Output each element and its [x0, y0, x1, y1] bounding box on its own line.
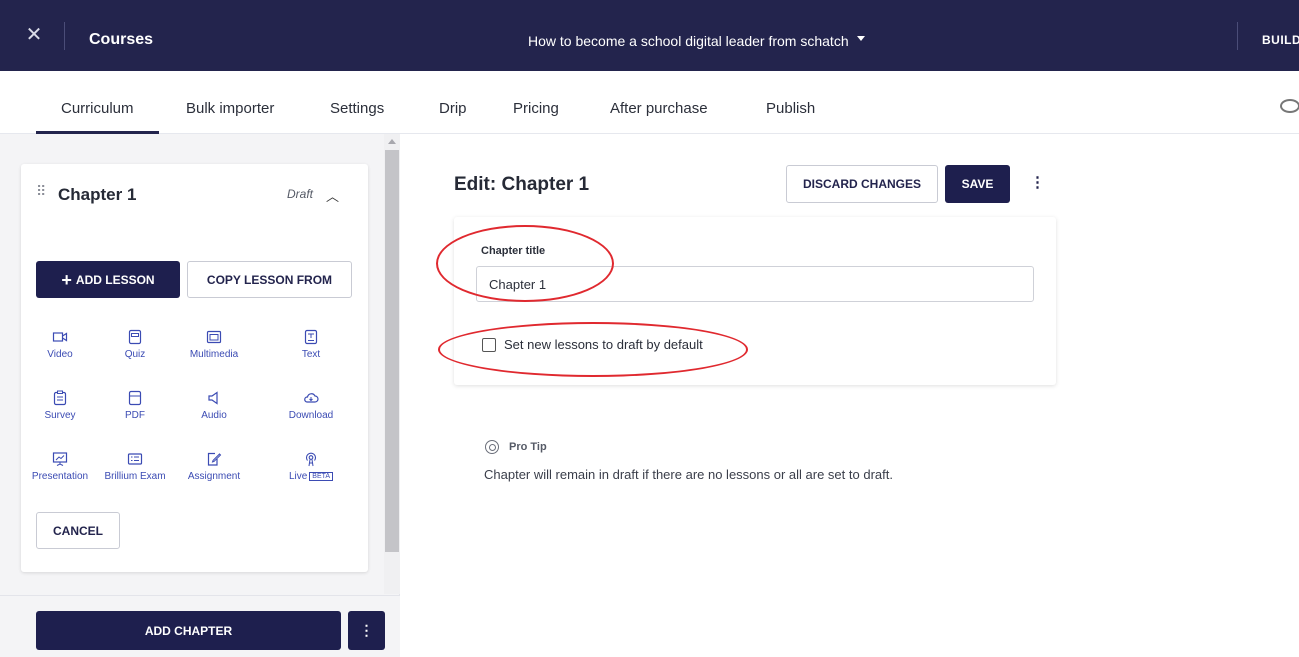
lesson-type-video[interactable]: Video — [20, 329, 100, 360]
kebab-menu-icon[interactable]: ⋮ — [1030, 173, 1045, 193]
lesson-type-label: Assignment — [187, 471, 241, 482]
lesson-type-survey[interactable]: Survey — [20, 390, 100, 421]
course-selector[interactable]: How to become a school digital leader fr… — [528, 33, 849, 49]
chapter-name[interactable]: Chapter 1 — [58, 185, 136, 205]
divider — [1237, 22, 1238, 50]
annotation-circle-title — [436, 225, 614, 302]
pdf-icon — [127, 390, 143, 406]
lesson-type-quiz[interactable]: Quiz — [95, 329, 175, 360]
add-lesson-label: ADD LESSON — [75, 272, 155, 287]
lesson-type-label: Presentation — [31, 471, 89, 482]
quiz-icon — [127, 329, 143, 345]
lesson-type-audio[interactable]: Audio — [174, 390, 254, 421]
plus-icon: + — [61, 269, 72, 290]
page-title: Edit: Chapter 1 — [454, 174, 590, 195]
lesson-type-pdf[interactable]: PDF — [95, 390, 175, 421]
lesson-type-presentation[interactable]: Presentation — [20, 451, 100, 482]
lesson-type-multimedia[interactable]: Multimedia — [174, 329, 254, 360]
tab-drip[interactable]: Drip — [439, 100, 467, 117]
tab-bar: Curriculum Bulk importer Settings Drip P… — [0, 71, 1299, 134]
assignment-icon — [206, 451, 222, 467]
presentation-icon — [52, 451, 68, 467]
close-icon[interactable]: ✕ — [24, 25, 44, 45]
tab-after-purchase[interactable]: After purchase — [610, 100, 708, 117]
top-bar: ✕ Courses How to become a school digital… — [0, 0, 1299, 71]
copy-lesson-button[interactable]: COPY LESSON FROM — [187, 261, 352, 298]
lesson-type-label: Multimedia — [189, 349, 239, 360]
survey-icon — [52, 390, 68, 406]
add-chapter-button[interactable]: ADD CHAPTER — [36, 611, 341, 650]
lesson-type-label: Text — [301, 349, 321, 360]
tab-pricing[interactable]: Pricing — [513, 100, 559, 117]
drag-handle-icon[interactable]: ⠿ — [36, 183, 46, 200]
eye-icon[interactable] — [1280, 99, 1299, 113]
cancel-button[interactable]: CANCEL — [36, 512, 120, 549]
pro-tip-text: Chapter will remain in draft if there ar… — [484, 467, 893, 482]
lesson-type-brillium-exam[interactable]: Brillium Exam — [95, 451, 175, 482]
add-lesson-button[interactable]: + ADD LESSON — [36, 261, 180, 298]
tab-publish[interactable]: Publish — [766, 100, 815, 117]
chapter-card: ⠿ Chapter 1 Draft ︿ + ADD LESSON COPY LE… — [21, 164, 368, 572]
discard-changes-button[interactable]: DISCARD CHANGES — [786, 165, 938, 203]
download-icon — [303, 390, 319, 406]
lesson-type-label: Video — [47, 349, 73, 360]
lesson-type-text[interactable]: Text — [271, 329, 351, 360]
tab-curriculum[interactable]: Curriculum — [36, 100, 158, 134]
lesson-type-download[interactable]: Download — [271, 390, 351, 421]
draft-status: Draft — [287, 187, 314, 201]
tab-settings[interactable]: Settings — [330, 100, 384, 117]
divider — [64, 22, 65, 50]
scroll-thumb[interactable] — [385, 150, 399, 552]
lesson-type-label: Download — [288, 410, 334, 421]
save-button[interactable]: SAVE — [945, 165, 1010, 203]
audio-icon — [206, 390, 222, 406]
courses-link[interactable]: Courses — [89, 31, 153, 49]
exam-icon — [127, 451, 143, 467]
chevron-up-icon[interactable]: ︿ — [326, 186, 342, 204]
more-options-icon[interactable]: ⋮ — [348, 611, 385, 650]
build-button[interactable]: BUILD — [1262, 33, 1299, 47]
annotation-circle-checkbox — [438, 322, 748, 377]
beta-badge: BETA — [309, 472, 334, 481]
live-icon — [303, 451, 319, 467]
lesson-type-label: Live BETA — [271, 471, 351, 482]
chevron-down-icon[interactable] — [857, 36, 865, 41]
lesson-type-label: PDF — [125, 410, 145, 421]
video-icon — [52, 329, 68, 345]
live-label: Live — [288, 471, 308, 482]
lesson-type-label: Audio — [201, 410, 227, 421]
pro-tip-title: Pro Tip — [509, 441, 547, 453]
tab-bulk-importer[interactable]: Bulk importer — [186, 100, 274, 117]
text-icon — [303, 329, 319, 345]
scroll-up-icon[interactable] — [388, 139, 396, 144]
lesson-type-assignment[interactable]: Assignment — [174, 451, 254, 482]
lesson-type-label: Survey — [44, 410, 76, 421]
multimedia-icon — [206, 329, 222, 345]
lesson-type-label: Brillium Exam — [104, 471, 166, 482]
lesson-type-label: Quiz — [124, 349, 146, 360]
lesson-type-live[interactable]: Live BETA — [271, 451, 351, 482]
lifebuoy-icon — [485, 440, 499, 454]
